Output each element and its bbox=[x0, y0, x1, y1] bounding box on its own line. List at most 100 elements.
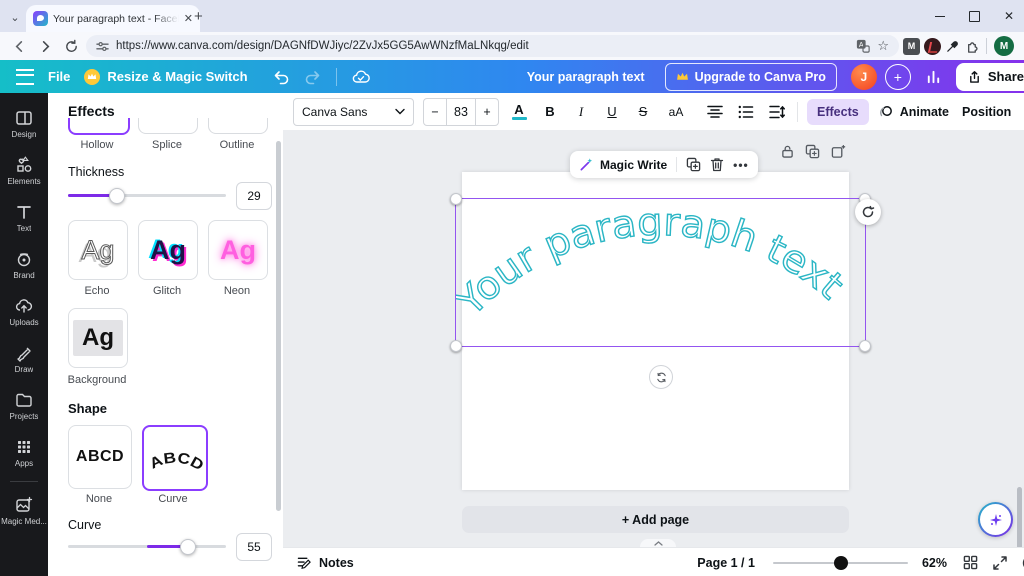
font-size-value[interactable]: 83 bbox=[446, 98, 476, 125]
magic-write-button[interactable]: Magic Write bbox=[579, 157, 667, 172]
new-tab-button[interactable]: + bbox=[194, 8, 203, 25]
effect-style-hollow[interactable] bbox=[68, 118, 130, 135]
alignment-button[interactable] bbox=[704, 99, 726, 125]
effect-tile-glitch[interactable]: Ag bbox=[138, 220, 198, 280]
share-button[interactable]: Share bbox=[955, 62, 1024, 91]
thickness-slider[interactable] bbox=[68, 188, 226, 204]
home-menu-icon[interactable] bbox=[16, 68, 34, 85]
add-page-button[interactable]: + Add page bbox=[462, 506, 849, 533]
tab-search-chevron-icon[interactable]: ⌄ bbox=[6, 8, 24, 26]
redo-button[interactable] bbox=[304, 68, 322, 86]
thickness-slider-knob[interactable] bbox=[109, 188, 125, 204]
url-bar[interactable]: https://www.canva.com/design/DAGNfDWJiyc… bbox=[86, 35, 899, 57]
sidebar-item-magic-media[interactable]: Magic Med... bbox=[0, 487, 48, 534]
effect-tile-echo[interactable]: Ag bbox=[68, 220, 128, 280]
window-scrollbar[interactable] bbox=[1017, 487, 1022, 549]
forward-button[interactable] bbox=[34, 35, 56, 57]
notes-button[interactable]: Notes bbox=[297, 556, 354, 570]
reload-button[interactable] bbox=[60, 35, 82, 57]
effects-button[interactable]: Effects bbox=[807, 98, 869, 125]
duplicate-icon bbox=[686, 157, 701, 172]
font-selector[interactable]: Canva Sans bbox=[293, 97, 414, 126]
underline-button[interactable]: U bbox=[601, 99, 623, 125]
window-minimize-button[interactable] bbox=[934, 15, 945, 17]
selection-handle-top-left[interactable] bbox=[450, 193, 462, 205]
zoom-slider[interactable] bbox=[772, 555, 908, 570]
canvas-area[interactable]: Your paragraph text Magic Write ••• bbox=[283, 130, 1024, 547]
sidebar-item-brand[interactable]: Brand bbox=[0, 241, 48, 288]
extension-k-icon[interactable] bbox=[924, 37, 941, 55]
bold-button[interactable]: B bbox=[539, 99, 561, 125]
zoom-slider-knob[interactable] bbox=[833, 555, 848, 570]
text-overflow-handle[interactable] bbox=[649, 365, 673, 389]
resize-magic-switch-button[interactable]: Resize & Magic Switch bbox=[84, 68, 248, 85]
text-color-button[interactable]: A bbox=[508, 99, 530, 125]
italic-button[interactable]: I bbox=[570, 99, 592, 125]
fullscreen-button[interactable] bbox=[993, 555, 1007, 570]
effect-tile-background[interactable]: Ag bbox=[68, 308, 128, 368]
sidebar-item-elements[interactable]: Elements bbox=[0, 147, 48, 194]
collapse-toolbar-button[interactable] bbox=[640, 539, 676, 547]
duplicate-element-button[interactable] bbox=[805, 144, 820, 159]
back-button[interactable] bbox=[8, 35, 30, 57]
sidebar-item-uploads[interactable]: Uploads bbox=[0, 288, 48, 335]
shape-tile-curve[interactable]: ABCD bbox=[142, 425, 208, 491]
selection-handle-bottom-right[interactable] bbox=[859, 340, 871, 352]
effect-tile-neon[interactable]: Ag bbox=[208, 220, 268, 280]
file-menu-button[interactable]: File bbox=[48, 69, 70, 84]
font-size-decrease-button[interactable]: − bbox=[424, 99, 446, 125]
ai-assistant-button[interactable] bbox=[978, 502, 1013, 537]
browser-profile-avatar[interactable]: M bbox=[994, 36, 1014, 56]
sidebar-item-apps[interactable]: Apps bbox=[0, 429, 48, 476]
url-text: https://www.canva.com/design/DAGNfDWJiyc… bbox=[116, 40, 529, 52]
window-maximize-button[interactable] bbox=[968, 10, 980, 22]
curve-slider[interactable] bbox=[68, 539, 226, 555]
sidebar-item-text[interactable]: Text bbox=[0, 194, 48, 241]
curve-value[interactable]: 55 bbox=[236, 533, 272, 561]
thickness-value[interactable]: 29 bbox=[236, 182, 272, 210]
bookmark-star-icon[interactable]: ☆ bbox=[877, 38, 889, 54]
document-title[interactable]: Your paragraph text bbox=[527, 70, 645, 84]
delete-button[interactable] bbox=[710, 157, 724, 172]
curve-label: Curve bbox=[68, 518, 102, 532]
grid-view-button[interactable] bbox=[963, 555, 978, 570]
tab-close-icon[interactable]: ✕ bbox=[184, 12, 193, 25]
curved-text-element[interactable]: Your paragraph text bbox=[455, 198, 864, 345]
translate-icon[interactable]: A bbox=[856, 39, 871, 53]
effect-style-splice[interactable] bbox=[138, 118, 198, 134]
effect-style-outline[interactable] bbox=[208, 118, 268, 134]
browser-tab[interactable]: Your paragraph text - Faceboo ✕ bbox=[26, 5, 200, 32]
more-options-button[interactable]: ••• bbox=[733, 158, 749, 172]
spacing-button[interactable] bbox=[766, 99, 788, 125]
font-size-increase-button[interactable]: + bbox=[476, 99, 498, 125]
site-settings-icon[interactable] bbox=[96, 40, 109, 53]
analytics-icon[interactable] bbox=[925, 68, 942, 85]
text-case-button[interactable]: aA bbox=[663, 99, 689, 125]
add-page-quick-button[interactable] bbox=[831, 144, 846, 159]
sidebar-item-design[interactable]: Design bbox=[0, 100, 48, 147]
lock-element-button[interactable] bbox=[781, 144, 794, 159]
curve-slider-knob[interactable] bbox=[180, 539, 196, 555]
add-member-button[interactable]: + bbox=[884, 63, 911, 90]
browser-menu-icon[interactable]: ⋮ bbox=[1018, 38, 1024, 54]
duplicate-button[interactable] bbox=[686, 157, 701, 172]
animate-button[interactable]: Animate bbox=[878, 104, 949, 120]
undo-button[interactable] bbox=[272, 68, 290, 86]
selection-handle-bottom-left[interactable] bbox=[450, 340, 462, 352]
window-close-button[interactable]: ✕ bbox=[1004, 9, 1014, 23]
panel-scrollbar[interactable] bbox=[276, 141, 281, 511]
element-context-toolbar: Magic Write ••• bbox=[570, 151, 758, 178]
user-avatar[interactable]: J bbox=[850, 63, 877, 90]
sidebar-item-draw[interactable]: Draw bbox=[0, 335, 48, 382]
rotate-handle[interactable] bbox=[855, 199, 881, 225]
sidebar-item-projects[interactable]: Projects bbox=[0, 382, 48, 429]
position-button[interactable]: Position bbox=[962, 105, 1011, 119]
strikethrough-button[interactable]: S bbox=[632, 99, 654, 125]
extensions-puzzle-icon[interactable] bbox=[964, 39, 979, 54]
app-sidebar: Design Elements Text Brand Uploads Draw … bbox=[0, 93, 48, 576]
list-button[interactable] bbox=[735, 99, 757, 125]
extension-m-icon[interactable]: M bbox=[903, 37, 920, 55]
upgrade-button[interactable]: Upgrade to Canva Pro bbox=[664, 62, 837, 91]
shape-tile-none[interactable]: ABCD bbox=[68, 425, 132, 489]
eyedropper-icon[interactable] bbox=[945, 39, 960, 54]
